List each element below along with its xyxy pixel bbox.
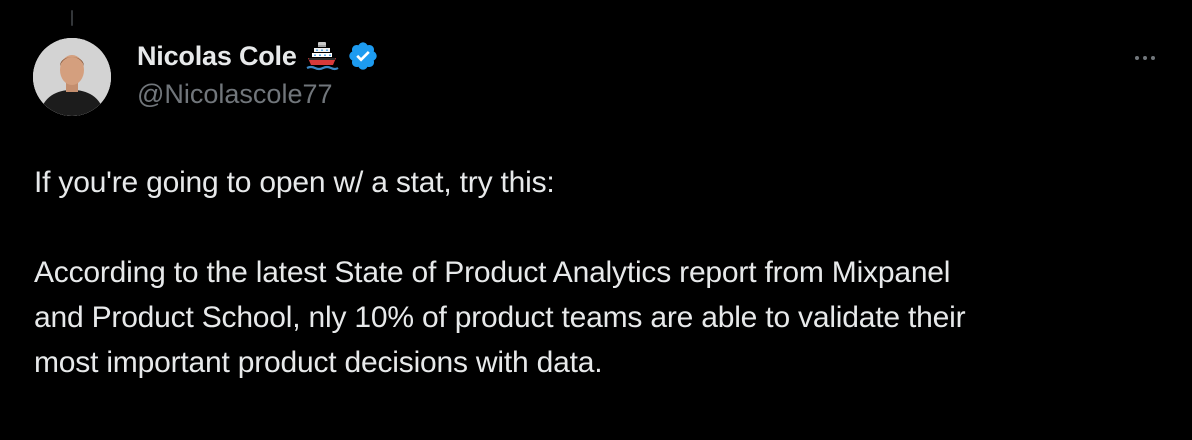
tweet-text-line: According to the latest State of Product… <box>34 256 951 289</box>
verified-icon[interactable] <box>347 40 379 72</box>
author-display-name[interactable]: Nicolas Cole <box>137 41 297 72</box>
ship-icon <box>305 39 339 73</box>
more-options-button[interactable] <box>1128 46 1162 70</box>
more-icon-dot <box>1143 56 1147 60</box>
tweet-paragraph-gap <box>34 205 1164 250</box>
thread-connector-line <box>71 10 73 26</box>
author-handle[interactable]: @Nicolascole77 <box>137 79 333 110</box>
author-name-row: Nicolas Cole <box>137 36 379 76</box>
tweet-text-line: most important product decisions with da… <box>34 346 603 379</box>
tweet-text-line: If you're going to open w/ a stat, try t… <box>34 166 555 199</box>
more-icon <box>1135 56 1139 60</box>
avatar[interactable] <box>33 38 111 116</box>
tweet-text: If you're going to open w/ a stat, try t… <box>34 160 1164 385</box>
more-icon-dot <box>1151 56 1155 60</box>
avatar-photo <box>33 38 111 116</box>
tweet-text-line: and Product School, nly 10% of product t… <box>34 301 966 334</box>
